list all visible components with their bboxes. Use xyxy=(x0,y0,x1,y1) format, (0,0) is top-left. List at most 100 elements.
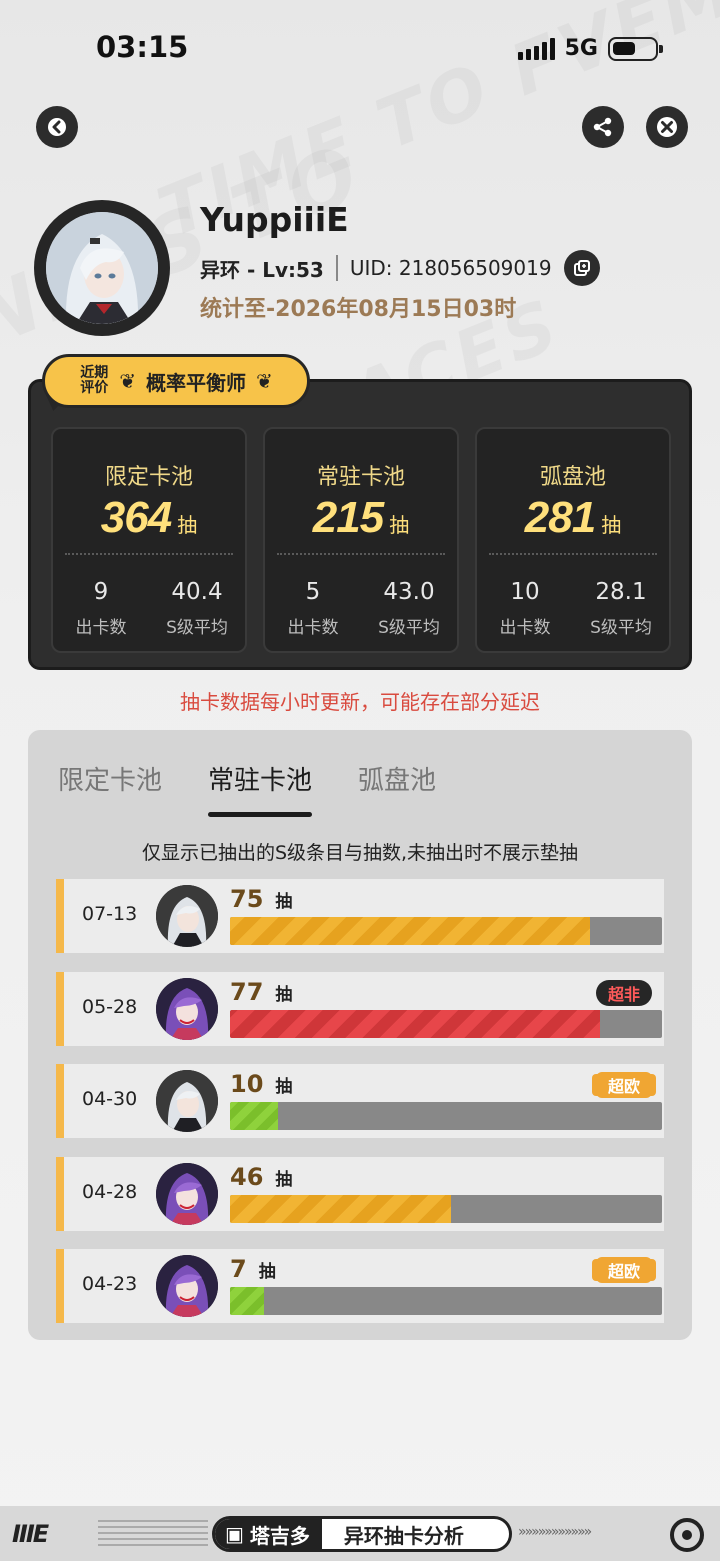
avg-label: S级平均 xyxy=(590,618,652,638)
cards-value: 9 xyxy=(93,579,109,605)
avg-label: S级平均 xyxy=(378,618,440,638)
share-button[interactable] xyxy=(582,106,624,148)
pull-count: 77 抽 xyxy=(230,978,292,1006)
robot-icon: ▣ xyxy=(225,1522,244,1546)
avg-value: 43.0 xyxy=(383,579,435,605)
record-date: 07-13 xyxy=(82,903,138,925)
pull-progress-fill xyxy=(230,1102,278,1130)
unlucky-badge: 超非 xyxy=(595,979,652,1006)
cards-label: 出卡数 xyxy=(287,618,339,638)
footer-app-name: 异环抽卡分析 xyxy=(343,1523,464,1548)
footer-logo: IIIE xyxy=(12,1520,49,1548)
record-row: 07-13 75 抽 xyxy=(56,879,664,953)
footer-pill: ▣ 塔吉多 异环抽卡分析 xyxy=(212,1516,512,1552)
pool-count: 281 抽 xyxy=(524,493,622,542)
pull-count: 75 抽 xyxy=(230,885,292,913)
record-date: 05-28 xyxy=(82,995,138,1018)
status-time: 03:15 xyxy=(96,30,189,64)
history-panel: 限定卡池 常驻卡池 弧盘池 仅显示已抽出的S级条目与抽数,未抽出时不展示垫抽 0… xyxy=(28,730,692,1340)
pool-card-limited: 限定卡池 364 抽 9 出卡数 40.4 S级平均 xyxy=(51,427,247,653)
copy-uid-button[interactable] xyxy=(563,250,600,286)
character-avatar xyxy=(156,1162,218,1225)
tab-disc[interactable]: 弧盘池 xyxy=(358,760,436,817)
footer-fine-print xyxy=(98,1520,208,1546)
pool-count: 364 抽 xyxy=(100,493,198,542)
pull-unit: 抽 xyxy=(275,892,293,912)
profile-meta: 异环 - Lv:53 UID: 218056509019 xyxy=(200,250,600,286)
avg-label: S级平均 xyxy=(166,618,228,638)
record-row: 04-30 10 抽 超欧 xyxy=(56,1064,664,1138)
network-type: 5G xyxy=(564,36,598,61)
tab-limited[interactable]: 限定卡池 xyxy=(58,760,162,817)
pull-progress-fill xyxy=(230,1194,451,1223)
close-icon xyxy=(657,117,677,137)
pool-card-standard: 常驻卡池 215 抽 5 出卡数 43.0 S级平均 xyxy=(263,427,459,653)
character-avatar xyxy=(156,1070,218,1132)
pull-progress-fill xyxy=(230,1287,264,1315)
game-level: 异环 - Lv:53 xyxy=(200,257,324,282)
status-bar: 03:15 5G xyxy=(0,0,720,100)
copy-icon xyxy=(573,260,590,276)
record-date: 04-30 xyxy=(82,1088,138,1110)
cards-value: 10 xyxy=(510,579,540,605)
signal-icon xyxy=(517,37,555,60)
pull-unit: 抽 xyxy=(275,1077,293,1097)
battery-icon xyxy=(608,36,663,61)
share-icon xyxy=(593,117,612,137)
tab-standard[interactable]: 常驻卡池 xyxy=(208,760,313,817)
character-avatar xyxy=(156,1255,218,1317)
record-row: 04-28 46 抽 xyxy=(56,1156,664,1231)
footer-brand: ▣ 塔吉多 xyxy=(215,1519,322,1549)
uid: UID: 218056509019 xyxy=(349,256,552,280)
pull-progress-bar xyxy=(230,1009,662,1038)
pull-progress-fill xyxy=(230,917,590,945)
pool-name: 常驻卡池 xyxy=(316,465,405,490)
pull-progress-bar xyxy=(230,1194,662,1223)
lucky-badge: 超欧 xyxy=(595,1257,652,1283)
pull-progress-bar xyxy=(230,1287,662,1315)
record-row: 05-28 77 抽 超非 xyxy=(56,971,664,1046)
history-hint: 仅显示已抽出的S级条目与抽数,未抽出时不展示垫抽 xyxy=(141,842,579,864)
back-button[interactable] xyxy=(36,106,78,148)
pull-count: 46 抽 xyxy=(230,1163,292,1191)
pull-number: 46 xyxy=(230,1162,264,1191)
eye-logo-icon xyxy=(670,1518,704,1552)
avg-value: 40.4 xyxy=(171,579,223,605)
brand-name: 塔吉多 xyxy=(249,1523,310,1548)
pull-unit: 抽 xyxy=(258,1262,276,1282)
avg-value: 28.1 xyxy=(595,579,647,605)
character-avatar xyxy=(156,885,218,947)
pull-number: 75 xyxy=(230,885,264,913)
pool-count: 215 抽 xyxy=(312,493,410,542)
stats-panel: 限定卡池 364 抽 9 出卡数 40.4 S级平均 常驻卡池 215 抽 5 出卡数 4… xyxy=(28,379,692,670)
back-arrow-icon xyxy=(48,118,66,136)
divider xyxy=(335,255,338,281)
pool-tabs: 限定卡池 常驻卡池 弧盘池 xyxy=(58,760,436,817)
cards-value: 5 xyxy=(305,579,321,605)
badge-small-label: 近期评价 xyxy=(80,365,109,396)
status-indicators: 5G xyxy=(517,36,663,61)
pull-unit: 抽 xyxy=(275,984,293,1005)
pool-card-disc: 弧盘池 281 抽 10 出卡数 28.1 S级平均 xyxy=(475,427,671,653)
record-row: 04-23 7 抽 超欧 xyxy=(56,1249,664,1323)
cards-label: 出卡数 xyxy=(499,618,551,638)
user-avatar xyxy=(34,200,170,336)
laurel-right-icon: ❦ xyxy=(256,369,273,393)
username: YuppiiiE xyxy=(200,200,349,239)
pull-progress-bar xyxy=(230,1102,662,1130)
pull-number: 7 xyxy=(230,1255,247,1283)
pull-progress-fill xyxy=(230,1009,600,1038)
record-date: 04-28 xyxy=(82,1180,138,1203)
stat-date: 统计至-2026年08月15日03时 xyxy=(200,297,517,322)
close-button[interactable] xyxy=(646,106,688,148)
avatar-image xyxy=(46,212,158,324)
update-notice: 抽卡数据每小时更新，可能存在部分延迟 xyxy=(180,690,540,714)
badge-title: 概率平衡师 xyxy=(146,370,246,395)
pool-name: 弧盘池 xyxy=(539,465,606,490)
pull-unit: 抽 xyxy=(275,1169,293,1190)
lucky-badge: 超欧 xyxy=(595,1072,652,1098)
arrows-decoration: »»»»»»»»»»» xyxy=(518,1524,592,1540)
pull-number: 77 xyxy=(230,977,264,1006)
cards-label: 出卡数 xyxy=(75,618,127,638)
record-date: 04-23 xyxy=(82,1273,138,1295)
